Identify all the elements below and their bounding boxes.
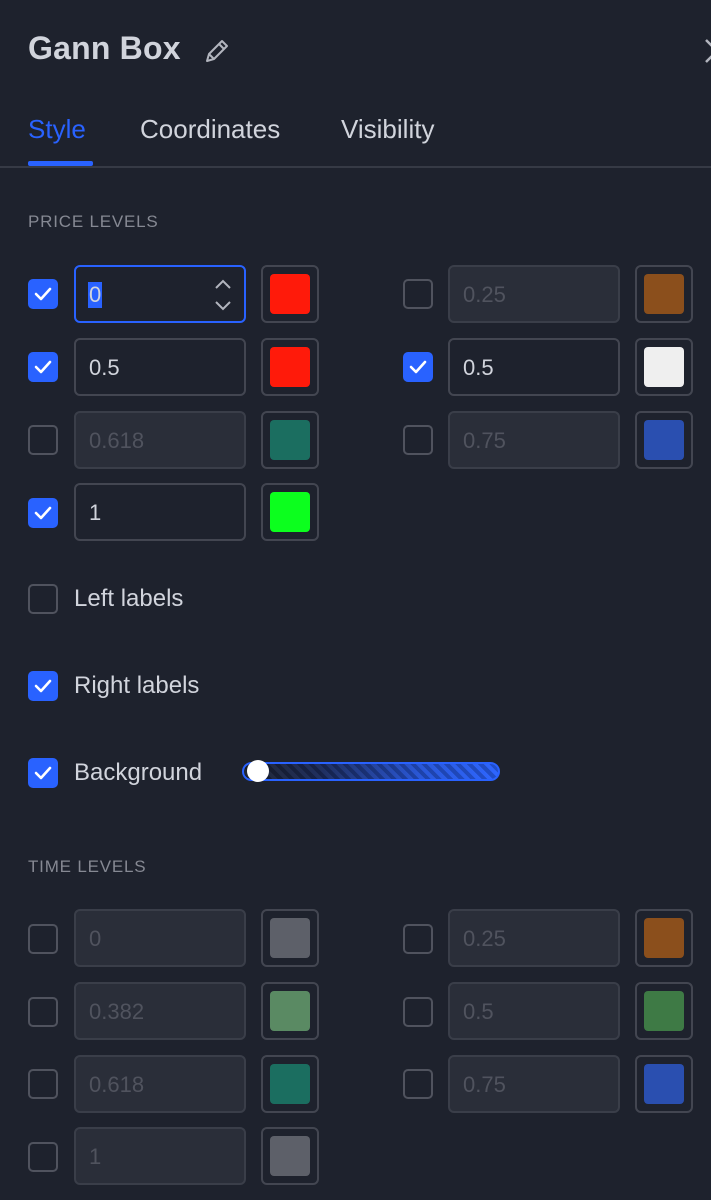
background-opacity-slider[interactable] xyxy=(242,762,500,781)
check-icon xyxy=(409,360,427,374)
left-labels-checkbox[interactable] xyxy=(28,584,58,614)
price-level-4-checkbox[interactable] xyxy=(28,425,58,455)
price-level-4-value: 0.618 xyxy=(89,428,145,453)
time-level-1-input[interactable]: 0.25 xyxy=(448,909,620,967)
price-level-0-input[interactable]: 0 xyxy=(74,265,246,323)
slider-checker xyxy=(244,764,498,779)
color-swatch-fill xyxy=(270,274,310,314)
time-level-6-value: 1 xyxy=(89,1144,102,1169)
check-icon xyxy=(34,360,52,374)
color-swatch-fill xyxy=(644,347,684,387)
price-level-0-checkbox[interactable] xyxy=(28,279,58,309)
price-level-6-color[interactable] xyxy=(261,483,319,541)
time-level-5-color[interactable] xyxy=(635,1055,693,1113)
left-labels-label[interactable]: Left labels xyxy=(74,585,183,613)
time-level-1-color[interactable] xyxy=(635,909,693,967)
stepper-icon[interactable] xyxy=(212,273,234,317)
price-level-2-input[interactable]: 0.5 xyxy=(74,338,246,396)
price-level-3-checkbox[interactable] xyxy=(403,352,433,382)
time-level-2-input[interactable]: 0.382 xyxy=(74,982,246,1040)
price-level-3-input[interactable]: 0.5 xyxy=(448,338,620,396)
check-icon xyxy=(34,287,52,301)
time-level-4-value: 0.618 xyxy=(89,1072,145,1097)
active-tab-indicator xyxy=(28,161,93,166)
time-levels-heading: TIME LEVELS xyxy=(28,857,147,876)
opacity-slider-thumb[interactable] xyxy=(247,760,269,782)
color-swatch-fill xyxy=(270,991,310,1031)
time-level-3-color[interactable] xyxy=(635,982,693,1040)
price-level-2-value: 0.5 xyxy=(89,355,120,380)
color-swatch-fill xyxy=(644,918,684,958)
time-level-1-value: 0.25 xyxy=(463,926,506,951)
color-swatch-fill xyxy=(644,991,684,1031)
color-swatch-fill xyxy=(644,1064,684,1104)
price-level-6-value: 1 xyxy=(89,500,102,525)
time-level-5-value: 0.75 xyxy=(463,1072,506,1097)
price-level-2-checkbox[interactable] xyxy=(28,352,58,382)
close-icon[interactable] xyxy=(698,34,711,68)
price-level-3-color[interactable] xyxy=(635,338,693,396)
dialog-header: Gann Box xyxy=(0,0,711,100)
check-icon xyxy=(34,766,52,780)
time-level-2-value: 0.382 xyxy=(89,999,145,1024)
time-level-6-input[interactable]: 1 xyxy=(74,1127,246,1185)
color-swatch-fill xyxy=(644,420,684,460)
color-swatch-fill xyxy=(270,347,310,387)
time-level-4-checkbox[interactable] xyxy=(28,1069,58,1099)
price-levels-heading: PRICE LEVELS xyxy=(28,212,159,231)
price-level-3-value: 0.5 xyxy=(463,355,494,380)
pencil-icon[interactable] xyxy=(202,36,232,66)
time-level-4-input[interactable]: 0.618 xyxy=(74,1055,246,1113)
price-level-6-checkbox[interactable] xyxy=(28,498,58,528)
tab-bar: Style Coordinates Visibility xyxy=(0,100,711,168)
check-icon xyxy=(34,506,52,520)
price-level-6-input[interactable]: 1 xyxy=(74,483,246,541)
color-swatch-fill xyxy=(270,1064,310,1104)
right-labels-label[interactable]: Right labels xyxy=(74,672,199,700)
price-level-5-checkbox[interactable] xyxy=(403,425,433,455)
time-level-0-input[interactable]: 0 xyxy=(74,909,246,967)
right-labels-checkbox[interactable] xyxy=(28,671,58,701)
color-swatch-fill xyxy=(270,420,310,460)
time-level-0-value: 0 xyxy=(89,926,102,951)
time-level-3-input[interactable]: 0.5 xyxy=(448,982,620,1040)
background-checkbox[interactable] xyxy=(28,758,58,788)
price-level-1-input[interactable]: 0.25 xyxy=(448,265,620,323)
time-level-0-color[interactable] xyxy=(261,909,319,967)
time-level-2-checkbox[interactable] xyxy=(28,997,58,1027)
background-label[interactable]: Background xyxy=(74,759,202,787)
color-swatch-fill xyxy=(270,492,310,532)
color-swatch-fill xyxy=(644,274,684,314)
price-level-1-value: 0.25 xyxy=(463,282,506,307)
price-level-1-checkbox[interactable] xyxy=(403,279,433,309)
color-swatch-fill xyxy=(270,1136,310,1176)
color-swatch-fill xyxy=(270,918,310,958)
time-level-6-color[interactable] xyxy=(261,1127,319,1185)
price-level-4-color[interactable] xyxy=(261,411,319,469)
dialog-title: Gann Box xyxy=(28,30,181,66)
price-level-2-color[interactable] xyxy=(261,338,319,396)
time-level-2-color[interactable] xyxy=(261,982,319,1040)
time-level-4-color[interactable] xyxy=(261,1055,319,1113)
price-level-0-color[interactable] xyxy=(261,265,319,323)
check-icon xyxy=(34,679,52,693)
time-level-5-checkbox[interactable] xyxy=(403,1069,433,1099)
time-level-5-input[interactable]: 0.75 xyxy=(448,1055,620,1113)
time-level-1-checkbox[interactable] xyxy=(403,924,433,954)
price-level-5-input[interactable]: 0.75 xyxy=(448,411,620,469)
time-level-0-checkbox[interactable] xyxy=(28,924,58,954)
tab-visibility[interactable]: Visibility xyxy=(341,114,434,145)
time-level-6-checkbox[interactable] xyxy=(28,1142,58,1172)
price-level-4-input[interactable]: 0.618 xyxy=(74,411,246,469)
time-level-3-checkbox[interactable] xyxy=(403,997,433,1027)
tab-style[interactable]: Style xyxy=(28,114,86,145)
price-level-0-value: 0 xyxy=(88,282,103,308)
price-level-5-value: 0.75 xyxy=(463,428,506,453)
tab-coordinates[interactable]: Coordinates xyxy=(140,114,280,145)
time-level-3-value: 0.5 xyxy=(463,999,494,1024)
price-level-5-color[interactable] xyxy=(635,411,693,469)
price-level-1-color[interactable] xyxy=(635,265,693,323)
